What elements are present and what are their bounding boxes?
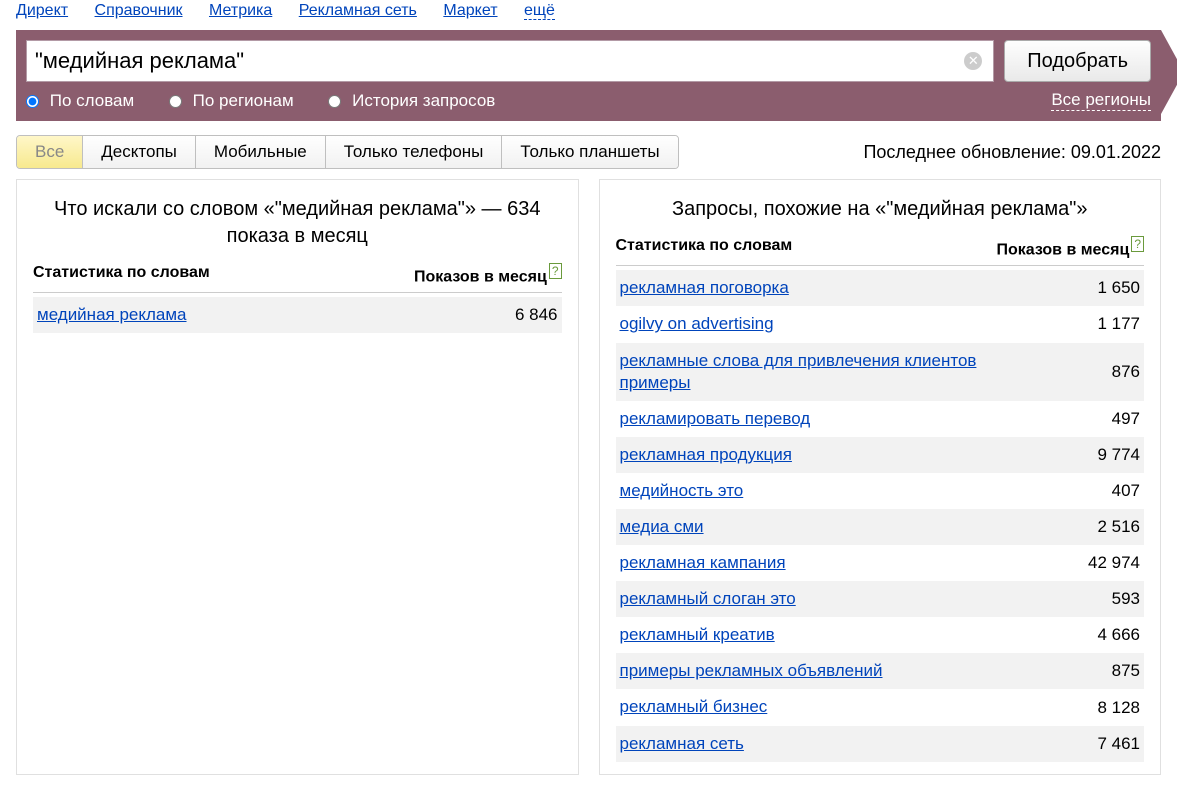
table-row: медиа сми 2 516 bbox=[616, 509, 1145, 545]
filter-by-regions[interactable]: По регионам bbox=[169, 91, 298, 110]
last-update-label: Последнее обновление: 09.01.2022 bbox=[863, 142, 1161, 163]
shows-value: 9 774 bbox=[1097, 445, 1140, 465]
shows-value: 1 177 bbox=[1097, 314, 1140, 334]
left-panel: Что искали со словом «"медийная реклама"… bbox=[16, 179, 579, 775]
filter-history[interactable]: История запросов bbox=[328, 91, 495, 110]
filter-history-label: История запросов bbox=[352, 91, 495, 110]
keyword-link[interactable]: рекламный креатив bbox=[620, 624, 775, 646]
nav-link-spravochnik[interactable]: Справочник bbox=[95, 2, 183, 19]
keyword-link[interactable]: рекламный бизнес bbox=[620, 696, 768, 718]
nav-link-rsya[interactable]: Рекламная сеть bbox=[299, 2, 417, 19]
table-row: рекламный бизнес 8 128 bbox=[616, 689, 1145, 725]
nav-link-metrika[interactable]: Метрика bbox=[209, 2, 272, 19]
filter-by-words-label: По словам bbox=[50, 91, 134, 110]
help-icon[interactable]: ? bbox=[1131, 236, 1144, 252]
shows-value: 7 461 bbox=[1097, 734, 1140, 754]
right-col1-header: Статистика по словам bbox=[616, 237, 793, 259]
keyword-link[interactable]: рекламная сеть bbox=[620, 733, 744, 755]
tab-desktops[interactable]: Десктопы bbox=[83, 136, 196, 168]
left-col2-header: Показов в месяц bbox=[414, 268, 547, 285]
keyword-link[interactable]: ogilvy on advertising bbox=[620, 313, 774, 335]
table-row: медийность это 407 bbox=[616, 473, 1145, 509]
nav-link-market[interactable]: Маркет bbox=[443, 2, 497, 19]
right-col2-header: Показов в месяц bbox=[996, 241, 1129, 258]
shows-value: 497 bbox=[1112, 409, 1140, 429]
keyword-link[interactable]: рекламные слова для привлечения клиентов… bbox=[620, 350, 1010, 394]
keyword-link[interactable]: рекламная продукция bbox=[620, 444, 792, 466]
all-regions-link[interactable]: Все регионы bbox=[1051, 90, 1151, 111]
nav-link-more[interactable]: ещё bbox=[524, 2, 555, 20]
shows-value: 6 846 bbox=[515, 305, 558, 325]
keyword-link[interactable]: рекламный слоган это bbox=[620, 588, 796, 610]
top-nav: Директ Справочник Метрика Рекламная сеть… bbox=[0, 0, 1177, 30]
scope-filters: По словам По регионам История запросов bbox=[26, 91, 525, 111]
keyword-link[interactable]: рекламировать перевод bbox=[620, 408, 811, 430]
shows-value: 875 bbox=[1112, 661, 1140, 681]
shows-value: 2 516 bbox=[1097, 517, 1140, 537]
tab-tablets[interactable]: Только планшеты bbox=[502, 136, 677, 168]
help-icon[interactable]: ? bbox=[549, 263, 562, 279]
table-row: ogilvy on advertising 1 177 bbox=[616, 306, 1145, 342]
keyword-link[interactable]: медиа сми bbox=[620, 516, 704, 538]
filter-by-regions-label: По регионам bbox=[193, 91, 294, 110]
keyword-link[interactable]: медийная реклама bbox=[37, 304, 187, 326]
tab-phones[interactable]: Только телефоны bbox=[326, 136, 503, 168]
right-panel-title: Запросы, похожие на «"медийная реклама"» bbox=[616, 196, 1145, 223]
filter-by-words-radio[interactable] bbox=[26, 95, 39, 108]
filter-history-radio[interactable] bbox=[328, 95, 341, 108]
tab-all[interactable]: Все bbox=[17, 136, 83, 168]
table-row: рекламная продукция 9 774 bbox=[616, 437, 1145, 473]
filter-by-words[interactable]: По словам bbox=[26, 91, 139, 110]
keyword-link[interactable]: рекламная поговорка bbox=[620, 277, 789, 299]
shows-value: 407 bbox=[1112, 481, 1140, 501]
tab-mobile[interactable]: Мобильные bbox=[196, 136, 326, 168]
table-row: рекламный креатив 4 666 bbox=[616, 617, 1145, 653]
keyword-link[interactable]: медийность это bbox=[620, 480, 744, 502]
clear-icon[interactable]: ✕ bbox=[964, 52, 982, 70]
table-row: рекламная сеть 7 461 bbox=[616, 726, 1145, 762]
table-row: медийная реклама 6 846 bbox=[33, 297, 562, 333]
table-row: рекламная поговорка 1 650 bbox=[616, 270, 1145, 306]
table-row: примеры рекламных объявлений 875 bbox=[616, 653, 1145, 689]
device-tabs: Все Десктопы Мобильные Только телефоны Т… bbox=[16, 135, 679, 169]
table-row: рекламная кампания 42 974 bbox=[616, 545, 1145, 581]
shows-value: 876 bbox=[1112, 362, 1140, 382]
shows-value: 4 666 bbox=[1097, 625, 1140, 645]
table-row: рекламные слова для привлечения клиентов… bbox=[616, 343, 1145, 401]
filter-by-regions-radio[interactable] bbox=[169, 95, 182, 108]
search-input[interactable] bbox=[26, 40, 994, 82]
nav-link-direct[interactable]: Директ bbox=[16, 2, 68, 19]
shows-value: 1 650 bbox=[1097, 278, 1140, 298]
right-panel: Запросы, похожие на «"медийная реклама"»… bbox=[599, 179, 1162, 775]
search-bar: ✕ Подобрать По словам По регионам Истори… bbox=[16, 30, 1161, 121]
shows-value: 593 bbox=[1112, 589, 1140, 609]
shows-value: 42 974 bbox=[1088, 553, 1140, 573]
table-row: рекламный слоган это 593 bbox=[616, 581, 1145, 617]
left-panel-title: Что искали со словом «"медийная реклама"… bbox=[33, 196, 562, 250]
shows-value: 8 128 bbox=[1097, 698, 1140, 718]
keyword-link[interactable]: примеры рекламных объявлений bbox=[620, 660, 883, 682]
table-row: рекламировать перевод 497 bbox=[616, 401, 1145, 437]
keyword-link[interactable]: рекламная кампания bbox=[620, 552, 786, 574]
left-col1-header: Статистика по словам bbox=[33, 264, 210, 286]
submit-button[interactable]: Подобрать bbox=[1004, 40, 1151, 82]
